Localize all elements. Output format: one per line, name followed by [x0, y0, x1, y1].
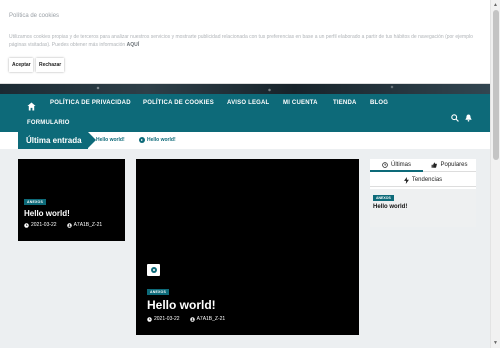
accept-button[interactable]: Aceptar — [9, 58, 33, 72]
category-badge[interactable]: ANEXOS — [373, 195, 394, 201]
cookie-more-info-link[interactable]: AQUÍ — [127, 42, 140, 48]
scrollbar-thumb[interactable] — [493, 10, 499, 160]
nav-item-form[interactable]: FORMULARIO — [27, 120, 70, 126]
nav-item-blog[interactable]: BLOG — [370, 100, 388, 106]
tab-label: Últimas — [390, 161, 411, 168]
camera-icon — [147, 264, 160, 276]
post-card-small[interactable]: ANEXOS Hello world! 2021-03-22 A7A1B_Z-2… — [18, 159, 125, 241]
scroll-down-arrow-icon[interactable]: ▼ — [493, 340, 498, 346]
thumbs-up-icon — [432, 162, 438, 168]
tab-label: Tendencias — [411, 177, 443, 183]
scrollbar[interactable]: ▲ ▼ — [490, 0, 500, 348]
user-icon — [189, 316, 195, 322]
sidebar-post-title[interactable]: Hello world! — [373, 204, 407, 210]
home-icon[interactable] — [27, 98, 36, 116]
header-image — [0, 84, 490, 94]
nav-item-privacy[interactable]: POLÍTICA DE PRIVACIDAD — [50, 100, 131, 106]
tab-popular[interactable]: Populares — [423, 159, 476, 172]
post-meta: 2021-03-22 A7A1B_Z-21 — [147, 316, 225, 322]
nav-item-cookies[interactable]: POLÍTICA DE COOKIES — [143, 100, 214, 106]
tab-trending[interactable]: Tendencias — [370, 174, 476, 187]
reject-button[interactable]: Rechazar — [36, 58, 64, 72]
post-date[interactable]: 2021-03-22 — [154, 316, 180, 322]
cookie-text-body: Utilizamos cookies propias y de terceros… — [9, 34, 473, 48]
bell-icon[interactable] — [465, 109, 472, 127]
clock-icon — [147, 316, 152, 322]
post-author[interactable]: A7A1B_Z-21 — [74, 222, 103, 228]
tab-latest[interactable]: Últimas — [370, 159, 423, 172]
latest-ticker: Última entrada Hello world! Hello world! — [0, 132, 490, 149]
nav-item-shop[interactable]: TIENDA — [333, 100, 357, 106]
clock-icon — [382, 161, 388, 168]
post-title[interactable]: Hello world! — [24, 209, 70, 218]
post-title[interactable]: Hello world! — [147, 298, 216, 312]
post-meta: 2021-03-22 A7A1B_Z-21 — [24, 222, 102, 228]
post-card-featured[interactable]: ANEXOS Hello world! 2021-03-22 A7A1B_Z-2… — [136, 159, 359, 335]
cookie-banner: Política de cookies Utilizamos cookies p… — [0, 0, 490, 84]
ticker-link[interactable]: Hello world! — [147, 137, 176, 143]
user-icon — [66, 222, 72, 228]
post-author[interactable]: A7A1B_Z-21 — [197, 316, 226, 322]
sidebar-tabs-widget: Últimas Populares Tendencias ANEXOS Hell… — [370, 159, 476, 227]
post-date[interactable]: 2021-03-22 — [31, 222, 57, 228]
nav-item-legal[interactable]: AVISO LEGAL — [227, 100, 269, 106]
clock-icon — [24, 222, 29, 228]
sidebar-post: ANEXOS Hello world! — [370, 189, 476, 227]
tab-label: Populares — [440, 162, 468, 168]
ticker-arrow-shape — [88, 132, 96, 148]
ticker-label: Última entrada — [18, 132, 88, 149]
scroll-up-arrow-icon[interactable]: ▲ — [493, 2, 498, 8]
category-badge[interactable]: ANEXOS — [24, 199, 46, 205]
cookie-text: Utilizamos cookies propias y de terceros… — [9, 33, 479, 49]
bolt-icon — [403, 176, 409, 184]
nav-item-account[interactable]: MI CUENTA — [283, 100, 318, 106]
play-circle-icon — [139, 137, 145, 143]
cookie-title: Política de cookies — [9, 13, 60, 19]
ticker-link[interactable]: Hello world! — [96, 137, 125, 143]
main-nav: POLÍTICA DE PRIVACIDAD POLÍTICA DE COOKI… — [0, 94, 490, 132]
search-icon[interactable] — [451, 109, 459, 127]
category-badge[interactable]: ANEXOS — [147, 289, 169, 295]
